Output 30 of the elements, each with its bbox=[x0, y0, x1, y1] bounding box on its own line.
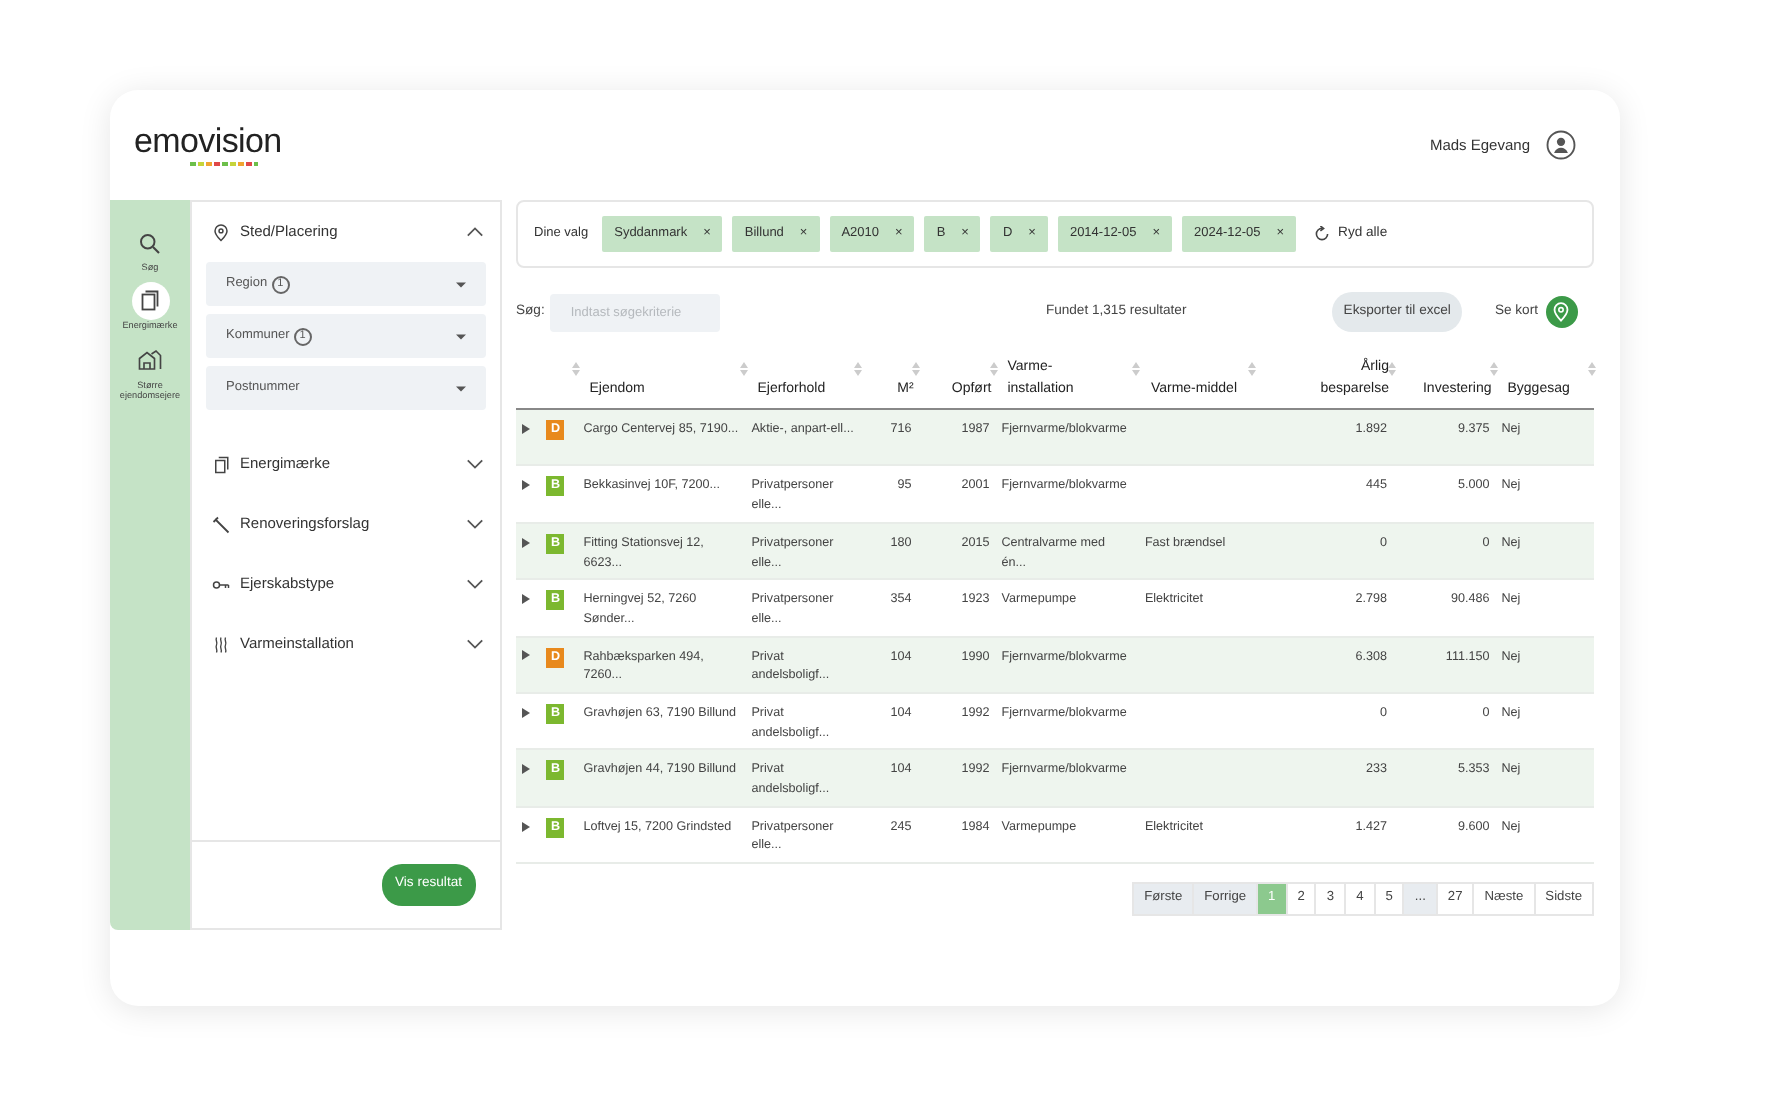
map-pin-icon[interactable] bbox=[1545, 296, 1578, 328]
expand-arrow-icon[interactable] bbox=[522, 707, 530, 718]
wrench-icon bbox=[212, 515, 230, 533]
refresh-icon bbox=[1314, 226, 1331, 242]
location-pin-icon bbox=[212, 223, 230, 241]
caret-down-icon bbox=[456, 333, 466, 339]
search-icon bbox=[138, 231, 162, 255]
expand-arrow-icon[interactable] bbox=[522, 594, 530, 604]
chevron-down-icon bbox=[466, 578, 484, 590]
documents-icon bbox=[138, 289, 162, 314]
caret-down-icon bbox=[456, 385, 466, 391]
user-avatar-icon[interactable] bbox=[1546, 130, 1576, 160]
expand-arrow-icon[interactable] bbox=[522, 423, 530, 434]
documents-icon bbox=[212, 455, 230, 473]
houses-icon bbox=[138, 348, 162, 373]
key-icon bbox=[212, 575, 230, 593]
chevron-down-icon bbox=[466, 518, 484, 530]
expand-arrow-icon[interactable] bbox=[522, 537, 530, 548]
heating-icon bbox=[212, 635, 230, 653]
chevron-up-icon bbox=[466, 226, 484, 238]
expand-arrow-icon[interactable] bbox=[522, 650, 530, 661]
sort-icon[interactable] bbox=[1387, 362, 1395, 376]
caret-down-icon bbox=[456, 281, 466, 287]
expand-arrow-icon[interactable] bbox=[522, 764, 530, 775]
expand-arrow-icon[interactable] bbox=[522, 480, 530, 491]
logo: emovision bbox=[134, 124, 282, 158]
logo-stripe-icon bbox=[190, 162, 258, 166]
chevron-down-icon bbox=[466, 638, 484, 650]
expand-arrow-icon[interactable] bbox=[522, 821, 530, 832]
chevron-down-icon bbox=[466, 458, 484, 470]
